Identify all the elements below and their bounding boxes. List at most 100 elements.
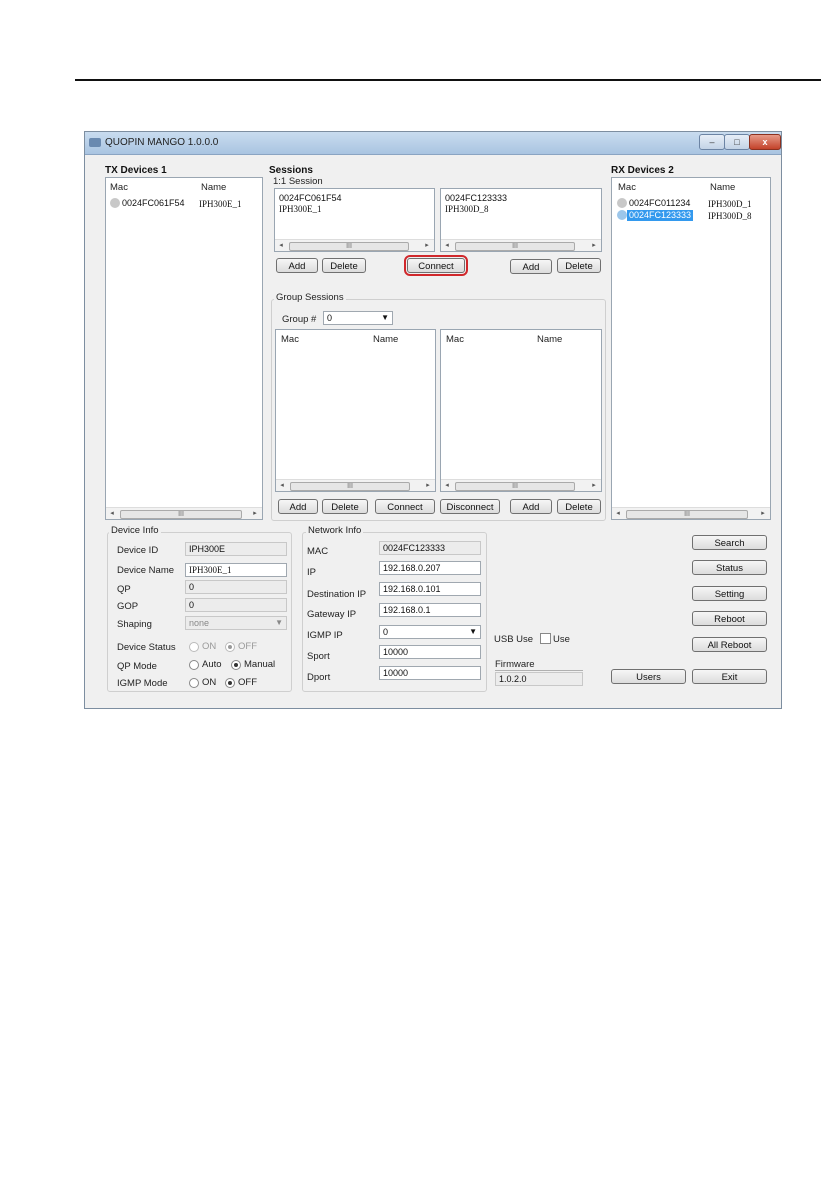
igmp-off-radio[interactable] [225, 678, 235, 688]
scroll-left-icon[interactable]: ◂ [442, 240, 452, 251]
sport-label: Sport [307, 651, 330, 662]
shaping-select[interactable]: none ▼ [185, 616, 287, 630]
scroll-left-icon[interactable]: ◂ [276, 240, 286, 251]
setting-button[interactable]: Setting [692, 586, 767, 601]
group-tx-col-mac: Mac [281, 334, 299, 345]
group-rx-add-button[interactable]: Add [510, 499, 552, 514]
window-title: QUOPIN MANGO 1.0.0.0 [105, 137, 219, 148]
scroll-right-icon[interactable]: ▸ [250, 508, 260, 519]
gateway-ip-label: Gateway IP [307, 609, 357, 620]
gop-field[interactable]: 0 [185, 598, 287, 612]
maximize-icon[interactable]: □ [724, 134, 750, 150]
sport-field[interactable]: 10000 [379, 645, 481, 659]
session-tx-hscrollbar[interactable]: ◂ III ▸ [275, 239, 434, 251]
group-tx-list[interactable]: Mac Name ◂ III ▸ [275, 329, 436, 492]
session-rx-add-button[interactable]: Add [510, 259, 552, 274]
group-number-select[interactable]: 0 ▼ [323, 311, 393, 325]
usb-use-label: USB Use [494, 634, 534, 645]
device-status-icon [617, 210, 627, 220]
qp-label: QP [117, 584, 131, 595]
group-rx-list[interactable]: Mac Name ◂ III ▸ [440, 329, 602, 492]
scroll-right-icon[interactable]: ▸ [422, 240, 432, 251]
scroll-right-icon[interactable]: ▸ [589, 240, 599, 251]
rx-row-mac[interactable]: 0024FC011234 [629, 198, 690, 208]
session-rx-hscrollbar[interactable]: ◂ III ▸ [441, 239, 601, 251]
scroll-left-icon[interactable]: ◂ [613, 508, 623, 519]
qp-field[interactable]: 0 [185, 580, 287, 594]
destination-ip-label: Destination IP [307, 589, 367, 600]
scroll-thumb[interactable]: III [455, 482, 575, 491]
firmware-field: 1.0.2.0 [495, 672, 583, 686]
app-icon [89, 138, 101, 147]
scroll-thumb[interactable]: III [289, 242, 409, 251]
scroll-thumb[interactable]: III [455, 242, 575, 251]
tx-row-mac[interactable]: 0024FC061F54 [122, 198, 185, 208]
device-id-field: IPH300E [185, 542, 287, 556]
scroll-left-icon[interactable]: ◂ [107, 508, 117, 519]
rx-row-mac-selected[interactable]: 0024FC123333 [627, 210, 694, 221]
mac-field: 0024FC123333 [379, 541, 481, 555]
all-reboot-button[interactable]: All Reboot [692, 637, 767, 652]
session-connect-button[interactable]: Connect [404, 255, 468, 276]
scroll-left-icon[interactable]: ◂ [442, 480, 452, 491]
tx-col-mac: Mac [110, 182, 128, 193]
qp-mode-auto-radio[interactable] [189, 660, 199, 670]
tx-device-list[interactable]: Mac Name 0024FC061F54 IPH300E_1 ◂ III ▸ [105, 177, 263, 520]
tx-hscrollbar[interactable]: ◂ III ▸ [106, 507, 262, 519]
scroll-right-icon[interactable]: ▸ [589, 480, 599, 491]
dport-label: Dport [307, 672, 331, 683]
scroll-thumb[interactable]: III [626, 510, 748, 519]
rx-row-name[interactable]: IPH300D_1 [708, 199, 752, 209]
group-rx-delete-button[interactable]: Delete [557, 499, 601, 514]
reboot-button[interactable]: Reboot [692, 611, 767, 626]
minimize-icon[interactable]: – [699, 134, 725, 150]
group-tx-hscrollbar[interactable]: ◂ III ▸ [276, 479, 435, 491]
group-delete-button[interactable]: Delete [322, 499, 368, 514]
scroll-thumb[interactable]: III [120, 510, 242, 519]
dport-field[interactable]: 10000 [379, 666, 481, 680]
device-status-icon [110, 198, 120, 208]
scroll-right-icon[interactable]: ▸ [758, 508, 768, 519]
qp-mode-manual-radio[interactable] [231, 660, 241, 670]
igmp-off-label: OFF [238, 677, 257, 688]
scroll-thumb[interactable]: III [290, 482, 410, 491]
rx-hscrollbar[interactable]: ◂ III ▸ [612, 507, 770, 519]
group-number-value: 0 [327, 313, 333, 323]
group-disconnect-button[interactable]: Disconnect [440, 499, 500, 514]
rx-device-list[interactable]: Mac Name 0024FC011234 IPH300D_1 0024FC12… [611, 177, 771, 520]
group-add-button[interactable]: Add [278, 499, 318, 514]
rx-col-name: Name [710, 182, 736, 193]
shaping-label: Shaping [117, 619, 152, 630]
qp-mode-manual-label: Manual [244, 659, 276, 670]
igmp-ip-select[interactable]: 0 ▼ [379, 625, 481, 639]
app-window: QUOPIN MANGO 1.0.0.0 – □ x TX Devices 1 … [84, 131, 782, 709]
tx-row-name[interactable]: IPH300E_1 [199, 199, 242, 209]
page-header-rule [75, 79, 821, 81]
chevron-down-icon: ▼ [275, 618, 283, 627]
session-rx-delete-button[interactable]: Delete [557, 258, 601, 273]
session-tx-list[interactable]: 0024FC061F54 IPH300E_1 ◂ III ▸ [274, 188, 435, 252]
ip-field[interactable]: 192.168.0.207 [379, 561, 481, 575]
igmp-on-label: ON [202, 677, 217, 688]
exit-button[interactable]: Exit [692, 669, 767, 684]
scroll-left-icon[interactable]: ◂ [277, 480, 287, 491]
group-rx-hscrollbar[interactable]: ◂ III ▸ [441, 479, 601, 491]
search-button[interactable]: Search [692, 535, 767, 550]
users-button[interactable]: Users [611, 669, 686, 684]
gateway-ip-field[interactable]: 192.168.0.1 [379, 603, 481, 617]
device-name-field[interactable]: IPH300E_1 [185, 563, 287, 577]
group-sessions-label: Group Sessions [274, 292, 346, 303]
group-number-label: Group # [282, 314, 317, 325]
destination-ip-field[interactable]: 192.168.0.101 [379, 582, 481, 596]
session-add-button[interactable]: Add [276, 258, 318, 273]
igmp-ip-value: 0 [383, 627, 389, 637]
session-rx-list[interactable]: 0024FC123333 IPH300D_8 ◂ III ▸ [440, 188, 602, 252]
session-delete-button[interactable]: Delete [322, 258, 366, 273]
close-icon[interactable]: x [749, 134, 781, 150]
scroll-right-icon[interactable]: ▸ [423, 480, 433, 491]
igmp-on-radio[interactable] [189, 678, 199, 688]
rx-row-name[interactable]: IPH300D_8 [708, 211, 752, 221]
group-connect-button[interactable]: Connect [375, 499, 435, 514]
usb-use-checkbox[interactable] [540, 633, 551, 644]
status-button[interactable]: Status [692, 560, 767, 575]
